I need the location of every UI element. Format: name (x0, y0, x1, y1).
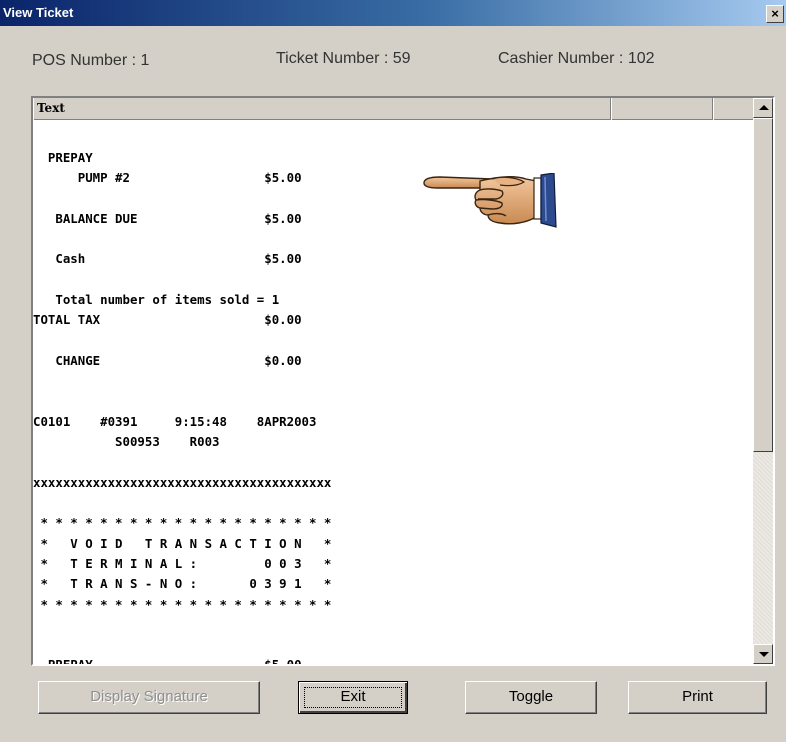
column-header-3[interactable] (713, 98, 755, 120)
arrow-up-icon (759, 105, 769, 110)
close-button[interactable]: × (766, 5, 784, 23)
cashier-number-label: Cashier Number : 102 (498, 50, 655, 67)
receipt-line: PREPAY -$5.00 (33, 657, 302, 666)
display-signature-button[interactable]: Display Signature (38, 681, 260, 714)
receipt-line: * V O I D T R A N S A C T I O N * (33, 535, 332, 551)
receipt-line: * T R A N S - N O : 0 3 9 1 * (33, 576, 332, 592)
receipt-line: xxxxxxxxxxxxxxxxxxxxxxxxxxxxxxxxxxxxxxxx (33, 474, 332, 490)
scroll-thumb[interactable] (753, 118, 773, 452)
toggle-label: Toggle (508, 688, 554, 705)
display-signature-label: Display Signature (90, 688, 208, 705)
receipt-line: Cash $5.00 (33, 251, 302, 267)
receipt-line: * T E R M I N A L : 0 0 3 * (33, 555, 332, 571)
ticket-number-label: Ticket Number : 59 (276, 50, 411, 67)
receipt-line: BALANCE DUE $5.00 (33, 210, 302, 226)
print-button[interactable]: Print (628, 681, 767, 714)
window-title: View Ticket (3, 5, 74, 20)
pos-number-label: POS Number : 1 (32, 52, 150, 69)
receipt-line: TOTAL TAX $0.00 (33, 312, 302, 328)
receipt-line: PREPAY (33, 150, 93, 165)
ticket-text-list[interactable]: Text PREPAY PUMP #2 $5.00 BALANCE DUE $5… (31, 96, 775, 666)
arrow-down-icon (759, 652, 769, 657)
exit-label: Exit (340, 688, 366, 705)
scroll-up-button[interactable] (753, 98, 773, 118)
receipt-line: C0101 #0391 9:15:48 8APR2003 (33, 413, 317, 429)
toggle-button[interactable]: Toggle (465, 681, 597, 714)
receipt-line: PUMP #2 $5.00 (33, 170, 302, 186)
column-header-2[interactable] (611, 98, 713, 120)
receipt-line: * * * * * * * * * * * * * * * * * * * * (33, 515, 332, 531)
pointing-hand-icon (422, 172, 558, 234)
receipt-line: * * * * * * * * * * * * * * * * * * * * (33, 596, 332, 612)
vertical-scrollbar[interactable] (753, 98, 773, 664)
receipt-line: Total number of items sold = 1 (33, 292, 280, 308)
exit-button[interactable]: Exit (298, 681, 408, 714)
receipt-line: S00953 R003 (33, 434, 220, 450)
title-bar: View Ticket × (0, 0, 786, 26)
list-header: Text (33, 98, 755, 120)
print-label: Print (682, 688, 713, 705)
receipt-line: CHANGE $0.00 (33, 352, 302, 368)
column-header-text[interactable]: Text (33, 98, 611, 120)
scroll-down-button[interactable] (753, 644, 773, 664)
receipt-text: PREPAY PUMP #2 $5.00 BALANCE DUE $5.00 C… (33, 148, 332, 666)
